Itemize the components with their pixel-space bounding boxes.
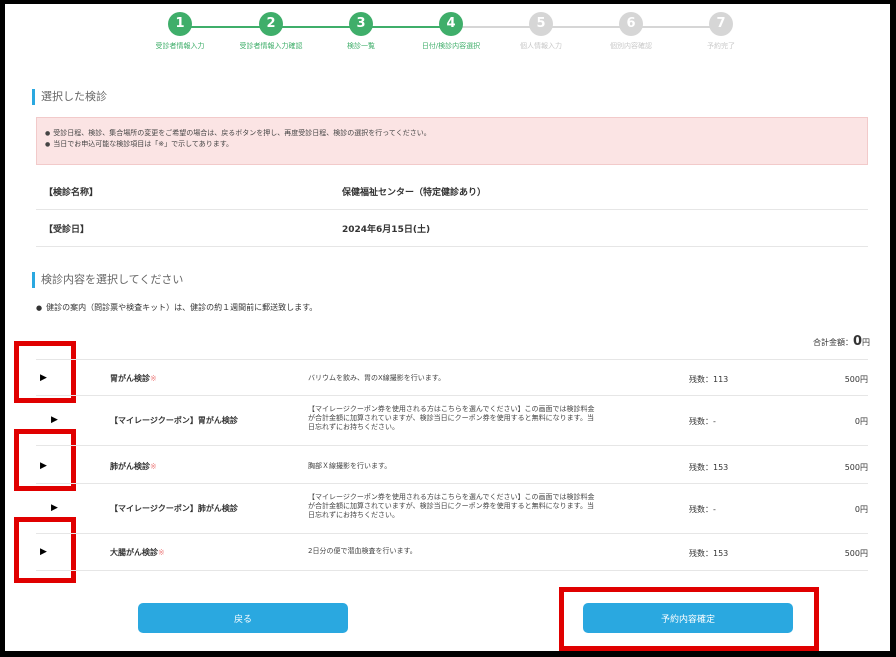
step-number: 7 — [709, 12, 733, 36]
content-area: 1 受診者情報入力 2 受診者情報入力確認 3 検診一覧 4 日付/検診内容選択… — [32, 4, 874, 651]
back-button[interactable]: 戻る — [138, 603, 348, 633]
total-unit: 円 — [862, 338, 870, 347]
step-2: 2 受診者情報入力確認 — [226, 12, 316, 51]
exam-item-name: 【マイレージクーポン】胃がん検診 — [110, 415, 238, 426]
page-frame: 1 受診者情報入力 2 受診者情報入力確認 3 検診一覧 4 日付/検診内容選択… — [5, 4, 890, 651]
step-label: 検診一覧 — [347, 42, 375, 50]
total-label: 合計金額： — [812, 338, 853, 347]
exam-item-name-text: 【マイレージクーポン】胃がん検診 — [110, 416, 238, 425]
same-day-mark: ※ — [150, 374, 157, 383]
notice-line: 当日でお申込可能な検診項目は「※」で示してあります。 — [45, 139, 859, 150]
exam-item-price: 0円 — [854, 505, 868, 514]
info-value: 保健福祉センター（特定健診あり） — [342, 188, 487, 198]
exam-item-desc: 2日分の便で潜血検査を行います。 — [308, 547, 417, 555]
exam-item-lung[interactable]: ▶ 肺がん検診※ 胸部Ｘ線撮影を行います。 残数：153 500円 — [36, 445, 868, 484]
step-number: 5 — [529, 12, 553, 36]
step-label: 受診者情報入力 — [155, 42, 205, 50]
step-6: 6 個別内容確認 — [586, 12, 676, 51]
step-number: 6 — [619, 12, 643, 36]
info-row-exam-date: 【受診日】 2024年6月15日(土) — [36, 210, 868, 247]
same-day-mark: ※ — [158, 548, 165, 557]
expand-arrow-icon[interactable]: ▶ — [51, 503, 58, 513]
step-number: 3 — [349, 12, 373, 36]
exam-item-remaining: 残数：- — [689, 417, 716, 426]
exam-item-name-text: 胃がん検診 — [110, 374, 150, 383]
step-number: 1 — [168, 12, 192, 36]
expand-arrow-icon[interactable]: ▶ — [40, 461, 47, 471]
exam-item-name-text: 肺がん検診 — [110, 462, 150, 471]
total-value: 0 — [852, 334, 862, 349]
expand-arrow-icon[interactable]: ▶ — [40, 373, 47, 383]
confirm-reservation-button[interactable]: 予約内容確定 — [583, 603, 793, 633]
notice-box: 受診日程、検診、集合場所の変更をご希望の場合は、戻るボタンを押し、再度受診日程、… — [36, 117, 868, 165]
exam-item-price: 500円 — [844, 549, 868, 558]
step-label: 日付/検診内容選択 — [421, 42, 481, 50]
exam-item-lung-coupon[interactable]: ▶ 【マイレージクーポン】肺がん検診 【マイレージクーポン券を使用される方はこち… — [36, 483, 868, 534]
info-row-exam-name: 【検診名称】 保健福祉センター（特定健診あり） — [36, 173, 868, 210]
step-1: 1 受診者情報入力 — [135, 12, 225, 51]
exam-item-remaining: 残数：- — [689, 505, 716, 514]
exam-item-desc: バリウムを飲み、胃のX線撮影を行います。 — [308, 374, 446, 382]
exam-item-name: 【マイレージクーポン】肺がん検診 — [110, 503, 238, 514]
exam-item-remaining: 残数：153 — [689, 549, 729, 558]
step-label: 予約完了 — [707, 42, 735, 50]
content-select-heading: 検診内容を選択してください — [32, 272, 183, 288]
exam-item-name: 大腸がん検診※ — [110, 547, 165, 558]
exam-item-stomach-coupon[interactable]: ▶ 【マイレージクーポン】胃がん検診 【マイレージクーポン券を使用される方はこち… — [36, 395, 868, 446]
step-7: 7 予約完了 — [676, 12, 766, 51]
expand-arrow-icon[interactable]: ▶ — [51, 415, 58, 425]
exam-item-price: 0円 — [854, 417, 868, 426]
step-label: 受診者情報入力確認 — [239, 42, 303, 50]
step-3: 3 検診一覧 — [316, 12, 406, 51]
exam-item-name-text: 大腸がん検診 — [110, 548, 158, 557]
step-label: 個別内容確認 — [610, 42, 652, 50]
info-value: 2024年6月15日(土) — [342, 225, 431, 235]
step-number: 2 — [259, 12, 283, 36]
selected-exam-heading: 選択した検診 — [32, 89, 107, 105]
exam-item-stomach[interactable]: ▶ 胃がん検診※ バリウムを飲み、胃のX線撮影を行います。 残数：113 500… — [36, 359, 868, 396]
progress-stepper: 1 受診者情報入力 2 受診者情報入力確認 3 検診一覧 4 日付/検診内容選択… — [32, 12, 874, 62]
exam-item-remaining: 残数：153 — [689, 463, 729, 472]
exam-item-colon[interactable]: ▶ 大腸がん検診※ 2日分の便で潜血検査を行います。 残数：153 500円 — [36, 533, 868, 571]
exam-item-desc: 【マイレージクーポン券を使用される方はこちらを選んでください】この画面では検診料… — [308, 493, 595, 519]
info-key: 【検診名称】 — [44, 188, 99, 198]
step-number: 4 — [439, 12, 463, 36]
step-label: 個人情報入力 — [520, 42, 562, 50]
mailing-note: 健診の案内（問診票や検査キット）は、健診の約１週間前に郵送致します。 — [36, 302, 317, 313]
same-day-mark: ※ — [150, 462, 157, 471]
exam-item-name: 胃がん検診※ — [110, 373, 157, 384]
exam-item-name-text: 【マイレージクーポン】肺がん検診 — [110, 504, 238, 513]
exam-item-name: 肺がん検診※ — [110, 461, 157, 472]
notice-line: 受診日程、検診、集合場所の変更をご希望の場合は、戻るボタンを押し、再度受診日程、… — [45, 128, 859, 139]
step-5: 5 個人情報入力 — [496, 12, 586, 51]
info-key: 【受診日】 — [44, 225, 90, 235]
step-4: 4 日付/検診内容選択 — [406, 12, 496, 51]
expand-arrow-icon[interactable]: ▶ — [40, 547, 47, 557]
exam-item-remaining: 残数：113 — [689, 375, 729, 384]
total-amount: 合計金額：0円 — [813, 334, 870, 349]
exam-item-price: 500円 — [844, 463, 868, 472]
exam-item-desc: 胸部Ｘ線撮影を行います。 — [308, 462, 392, 470]
exam-item-price: 500円 — [844, 375, 868, 384]
exam-item-desc: 【マイレージクーポン券を使用される方はこちらを選んでください】この画面では検診料… — [308, 405, 595, 431]
